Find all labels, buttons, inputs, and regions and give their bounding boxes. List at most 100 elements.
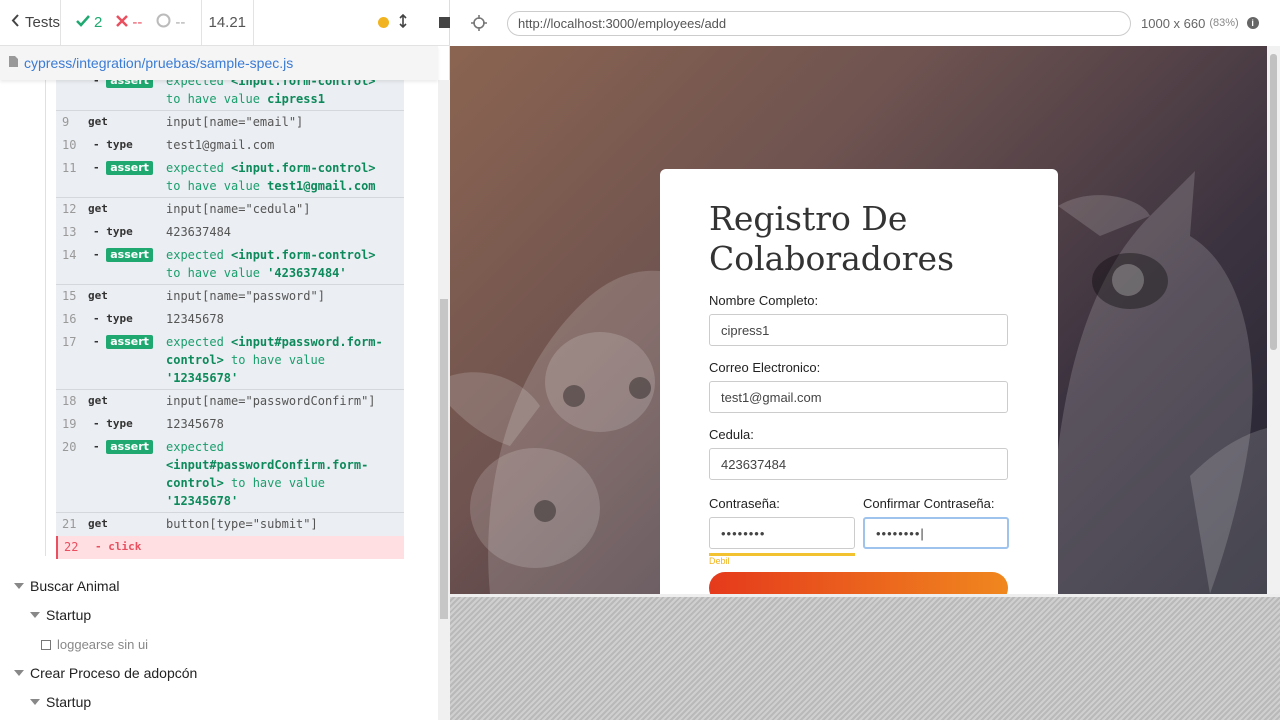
command-number: 17 — [62, 335, 77, 349]
confirm-password-input[interactable]: ••••••••| — [863, 517, 1009, 549]
reporter-header: Tests 2 -- -- 14.21 — [0, 0, 450, 46]
check-icon — [76, 14, 90, 31]
command-row[interactable]: 11 - assert expected <input.form-control> … — [56, 157, 404, 197]
command-message: 12345678 — [166, 417, 224, 431]
command-message: test1@gmail.com — [166, 138, 275, 152]
suite-buscar-animal[interactable]: Buscar Animal — [14, 578, 119, 594]
command-row[interactable]: 19 - type 12345678 — [56, 413, 404, 436]
viewport-info: 1000 x 660 (83%) i — [1141, 16, 1259, 31]
test-stats: 2 -- -- — [61, 0, 202, 46]
command-number: 20 — [62, 440, 77, 454]
cedula-input[interactable]: 423637484 — [709, 448, 1008, 480]
command-group: - assert expected <input.form-control> to … — [56, 80, 404, 111]
nombre-input[interactable]: cipress1 — [709, 314, 1008, 346]
file-icon — [9, 54, 18, 72]
command-name: - assert — [93, 159, 153, 177]
password-input[interactable]: •••••••• — [709, 517, 855, 549]
auto-scroll-icon[interactable] — [399, 13, 407, 32]
command-number: 14 — [62, 248, 77, 262]
command-row[interactable]: 16 - type 12345678 — [56, 308, 404, 331]
command-number: 10 — [62, 138, 77, 152]
command-name: get — [88, 394, 108, 407]
command-message — [168, 538, 404, 556]
command-row[interactable]: 20 - assert expected <input#passwordConfir… — [56, 436, 404, 512]
command-name: - type — [93, 225, 133, 238]
command-name: - assert — [93, 333, 153, 351]
command-message: expected <input#password.form-control> t… — [166, 335, 383, 385]
correo-label: Correo Electronico: — [709, 360, 821, 375]
reporter-scrollbar[interactable] — [438, 80, 450, 720]
app-preview: Registro De Colaboradores Nombre Complet… — [450, 46, 1280, 594]
scrollbar-thumb[interactable] — [440, 299, 448, 619]
command-message: expected <input#passwordConfirm.form-con… — [166, 440, 369, 508]
suite-crear-proceso[interactable]: Crear Proceso de adopcón — [14, 665, 197, 681]
command-number: 15 — [62, 289, 77, 303]
failed-stat: -- — [116, 14, 142, 31]
command-row[interactable]: 9 get input[name="email"] — [56, 111, 404, 134]
command-group: 15 get input[name="password"] 16 - type 12345… — [56, 285, 404, 390]
info-icon[interactable]: i — [1246, 17, 1259, 29]
selector-playground-icon[interactable] — [450, 15, 507, 31]
command-row[interactable]: 12 get input[name="cedula"] — [56, 198, 404, 221]
suite-startup-2[interactable]: Startup — [30, 694, 91, 710]
command-row[interactable]: 10 - type test1@gmail.com — [56, 134, 404, 157]
command-message: expected <input.form-control> to have va… — [166, 248, 376, 280]
assert-badge: assert — [106, 335, 153, 349]
app-scrollbar-thumb[interactable] — [1270, 54, 1277, 350]
command-message: 12345678 — [166, 312, 224, 326]
test-loggearse-sin-ui[interactable]: loggearse sin ui — [41, 637, 148, 652]
confirm-password-label: Confirmar Contraseña: — [863, 496, 995, 511]
command-message: input[name="cedula"] — [166, 202, 311, 216]
url-bar[interactable]: http://localhost:3000/employees/add — [507, 10, 1131, 36]
reporter-panel: Tests 2 -- -- 14.21 cypress/integration/… — [0, 0, 450, 720]
password-strength-label: Debil — [709, 556, 730, 566]
command-message: button[type="submit"] — [166, 517, 318, 531]
command-row[interactable]: 21 get button[type="submit"] — [56, 513, 404, 536]
chevron-left-icon — [11, 14, 20, 31]
assert-badge: assert — [106, 248, 153, 262]
command-number: 21 — [62, 517, 77, 531]
command-message: expected <input.form-control> to have val… — [166, 80, 376, 106]
command-row[interactable]: 22 - click — [56, 536, 404, 559]
app-scrollbar[interactable] — [1267, 46, 1280, 594]
nombre-label: Nombre Completo: — [709, 293, 819, 308]
assert-badge: assert — [106, 440, 153, 454]
command-row[interactable]: 13 - type 423637484 — [56, 221, 404, 244]
duration: 14.21 — [202, 0, 254, 46]
command-group: 9 get input[name="email"] 10 - type test1@gma… — [56, 111, 404, 198]
spinner-icon — [156, 13, 171, 32]
caret-down-icon — [14, 583, 24, 589]
command-name: get — [88, 115, 108, 128]
command-row[interactable]: 17 - assert expected <input#password.form-… — [56, 331, 404, 389]
command-name: - assert — [93, 80, 153, 90]
password-label: Contraseña: — [709, 496, 780, 511]
tests-back-button[interactable]: Tests — [0, 0, 62, 46]
command-message: 423637484 — [166, 225, 232, 239]
command-name: - type — [93, 417, 133, 430]
stop-icon[interactable] — [439, 17, 450, 28]
command-name: get — [88, 202, 108, 215]
command-name: - type — [93, 138, 133, 151]
correo-input[interactable]: test1@gmail.com — [709, 381, 1008, 413]
submit-button[interactable] — [709, 572, 1008, 594]
command-row[interactable]: 14 - assert expected <input.form-control> … — [56, 244, 404, 284]
command-number: 12 — [62, 202, 77, 216]
command-group: 21 get button[type="submit"] 22 - click — [56, 513, 404, 559]
caret-down-icon — [14, 670, 24, 676]
command-row[interactable]: 15 get input[name="password"] — [56, 285, 404, 308]
command-row[interactable]: 18 get input[name="passwordConfirm"] — [56, 390, 404, 413]
spec-file-link[interactable]: cypress/integration/pruebas/sample-spec.… — [24, 55, 293, 71]
spec-file-bar: cypress/integration/pruebas/sample-spec.… — [0, 46, 438, 80]
command-list: - assert expected <input.form-control> to … — [56, 80, 404, 559]
command-row[interactable]: - assert expected <input.form-control> to … — [56, 80, 404, 110]
command-group: 18 get input[name="passwordConfirm"] 19 - ty… — [56, 390, 404, 513]
pending-checkbox-icon — [41, 639, 51, 650]
command-name: - assert — [93, 438, 153, 456]
command-name: get — [88, 517, 108, 530]
command-number: 18 — [62, 394, 77, 408]
assert-badge: assert — [106, 161, 153, 175]
command-number: 22 — [64, 540, 79, 554]
command-message: input[name="email"] — [166, 115, 304, 129]
suite-startup-1[interactable]: Startup — [30, 607, 91, 623]
tests-label: Tests — [25, 14, 61, 31]
